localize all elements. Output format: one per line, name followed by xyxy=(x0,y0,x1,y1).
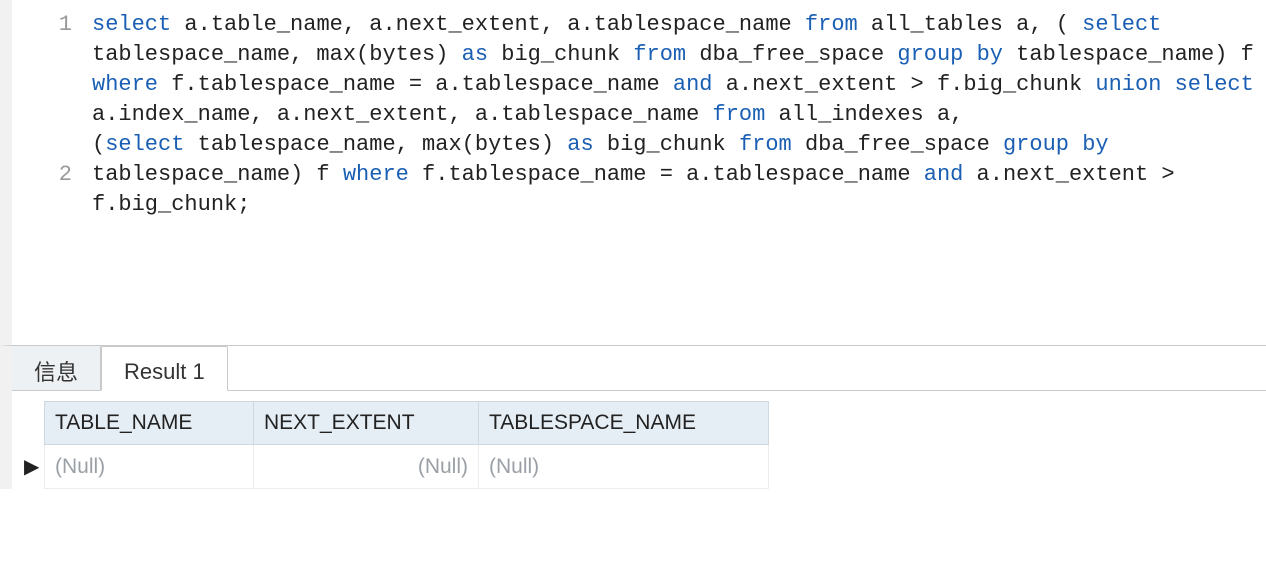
line-number: 1 xyxy=(22,10,72,40)
column-header-tablespace-name[interactable]: TABLESPACE_NAME xyxy=(479,401,769,445)
sql-code-area[interactable]: select a.table_name, a.next_extent, a.ta… xyxy=(92,10,1256,345)
tab-info[interactable]: 信息 xyxy=(12,346,101,390)
row-indicator-icon: ▶ xyxy=(24,445,44,489)
grid-header-row: TABLE_NAME NEXT_EXTENT TABLESPACE_NAME xyxy=(44,401,1254,445)
column-header-table-name[interactable]: TABLE_NAME xyxy=(44,401,254,445)
result-grid: TABLE_NAME NEXT_EXTENT TABLESPACE_NAME ▶… xyxy=(12,391,1266,489)
tab-result-1-label: Result 1 xyxy=(124,359,205,385)
result-tabs: 信息 Result 1 xyxy=(12,346,1266,391)
cell-tablespace-name[interactable]: (Null) xyxy=(479,445,769,489)
line-number-gutter: 12 xyxy=(22,10,92,345)
code-line: (select tablespace_name, max(bytes) as b… xyxy=(92,130,1256,220)
grid-data-row[interactable]: ▶ (Null) (Null) (Null) xyxy=(24,445,1254,489)
result-panel: 信息 Result 1 TABLE_NAME NEXT_EXTENT TABLE… xyxy=(0,345,1266,489)
cell-next-extent[interactable]: (Null) xyxy=(254,445,479,489)
tab-info-label: 信息 xyxy=(34,355,78,387)
sql-editor-pane: 12 select a.table_name, a.next_extent, a… xyxy=(0,0,1266,345)
line-number: 2 xyxy=(22,160,72,190)
tab-result-1[interactable]: Result 1 xyxy=(101,346,228,391)
code-line: select a.table_name, a.next_extent, a.ta… xyxy=(92,10,1256,130)
cell-table-name[interactable]: (Null) xyxy=(44,445,254,489)
column-header-next-extent[interactable]: NEXT_EXTENT xyxy=(254,401,479,445)
